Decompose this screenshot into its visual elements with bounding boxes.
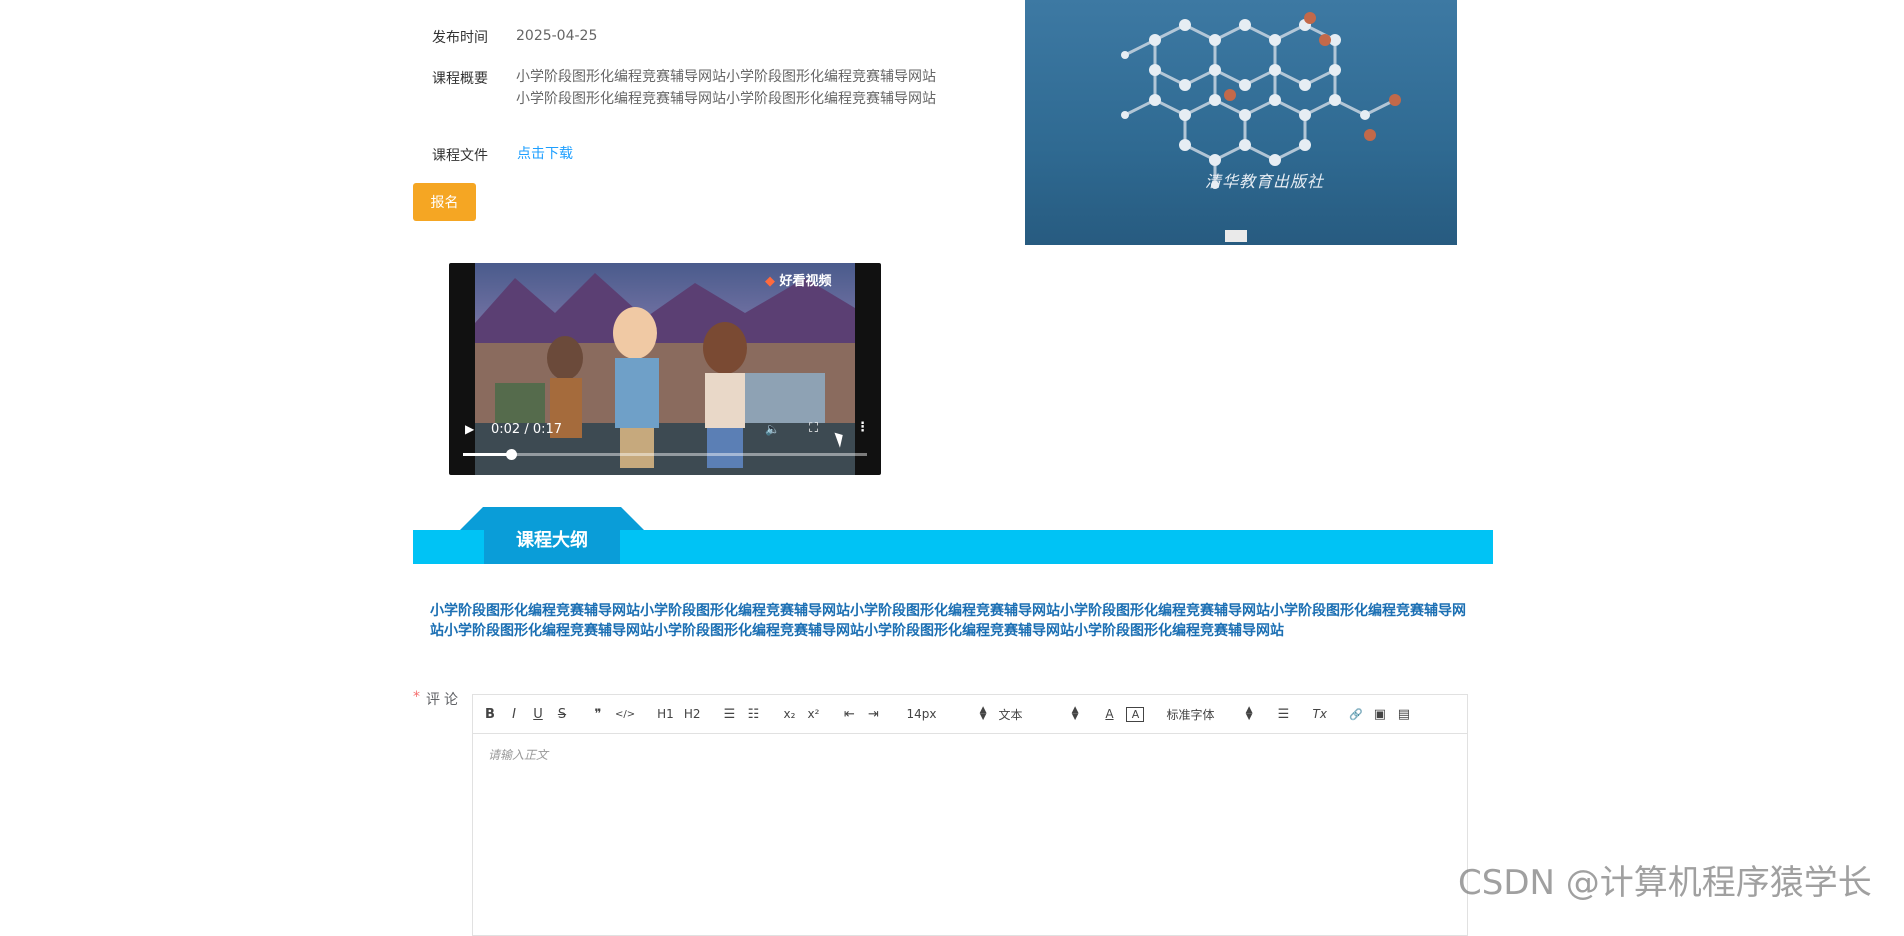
editor-toolbar: B I U S ❞ </> H1 H2 ☰ ☷ x₂ x² ⇤ ⇥ 14px ▲…	[473, 695, 1467, 734]
underline-button[interactable]: U	[531, 707, 545, 722]
select-arrows-icon: ▲ ▼	[1245, 705, 1253, 722]
bold-button[interactable]: B	[483, 707, 497, 722]
align-button[interactable]: ☰	[1276, 707, 1290, 722]
superscript-button[interactable]: x²	[806, 707, 820, 721]
video-scene	[475, 273, 855, 475]
outline-title: 课程大纲	[484, 526, 620, 551]
summary-label: 课程概要	[432, 71, 488, 87]
clean-format-button[interactable]: Tx	[1312, 707, 1326, 721]
blockquote-button[interactable]: ❞	[591, 707, 605, 722]
select-arrows-icon: ▲ ▼	[979, 705, 987, 722]
header-select[interactable]: 文本 ▲ ▼	[998, 706, 1078, 723]
watermark: CSDN @计算机程序猿学长	[1458, 863, 1872, 903]
publish-time-label: 发布时间	[432, 30, 488, 46]
video-time: 0:02 / 0:17	[491, 422, 563, 437]
video-progress-fill	[463, 453, 512, 456]
publish-time-value: 2025-04-25	[516, 28, 598, 44]
bullet-list-button[interactable]: ☷	[746, 707, 760, 722]
strike-button[interactable]: S	[555, 707, 569, 722]
download-link[interactable]: 点击下载	[517, 143, 573, 163]
video-progress[interactable]	[463, 453, 867, 456]
summary-value: 小学阶段图形化编程竞赛辅导网站小学阶段图形化编程竞赛辅导网站小学阶段图形化编程竞…	[516, 69, 936, 107]
italic-button[interactable]: I	[507, 707, 521, 722]
publisher-logo: 清华教育出版社	[1205, 172, 1325, 191]
link-button[interactable]: 🔗	[1349, 708, 1363, 721]
video-frame: ◆ 好看视频	[475, 263, 855, 475]
h1-button[interactable]: H1	[657, 707, 674, 721]
image-button[interactable]: ▣	[1373, 707, 1387, 722]
editor-placeholder: 请输入正文	[488, 748, 549, 762]
file-label: 课程文件	[432, 148, 488, 164]
volume-icon[interactable]: 🔈	[765, 422, 780, 436]
required-mark: *	[413, 689, 420, 705]
molecule-illustration	[1121, 12, 1401, 189]
more-options-icon[interactable]: ⋮	[856, 420, 869, 435]
editor-content[interactable]: 请输入正文	[473, 734, 1467, 775]
signup-button[interactable]: 报名	[413, 183, 476, 221]
text-color-button[interactable]: A	[1102, 707, 1116, 721]
outdent-button[interactable]: ⇤	[842, 707, 856, 722]
video-brand-badge: ◆ 好看视频	[765, 274, 832, 289]
ordered-list-button[interactable]: ☰	[722, 707, 736, 722]
video-player[interactable]: ◆ 好看视频 ▶ 0:02 / 0:17 🔈 ⛶ ⋮	[449, 263, 881, 475]
subscript-button[interactable]: x₂	[782, 707, 796, 721]
fullscreen-icon[interactable]: ⛶	[809, 421, 818, 436]
video-button[interactable]: ▤	[1397, 707, 1411, 722]
comment-editor[interactable]: B I U S ❞ </> H1 H2 ☰ ☷ x₂ x² ⇤ ⇥ 14px ▲…	[472, 694, 1468, 936]
font-size-select[interactable]: 14px ▲ ▼	[906, 705, 987, 722]
code-block-button[interactable]: </>	[615, 709, 635, 720]
select-arrows-icon: ▲ ▼	[1071, 705, 1079, 722]
comment-label: 评论	[426, 692, 462, 708]
h2-button[interactable]: H2	[684, 707, 701, 721]
indent-button[interactable]: ⇥	[866, 707, 880, 722]
play-icon[interactable]: ▶	[465, 422, 474, 436]
brand-logo-icon: ◆	[765, 274, 775, 289]
background-color-button[interactable]: A	[1126, 706, 1145, 722]
outline-content: 小学阶段图形化编程竞赛辅导网站小学阶段图形化编程竞赛辅导网站小学阶段图形化编程竞…	[430, 603, 1466, 639]
course-cover-image: 清华教育出版社	[1025, 0, 1457, 245]
carousel-indicator[interactable]	[1225, 230, 1247, 242]
font-family-select[interactable]: 标准字体 ▲ ▼	[1166, 706, 1252, 723]
